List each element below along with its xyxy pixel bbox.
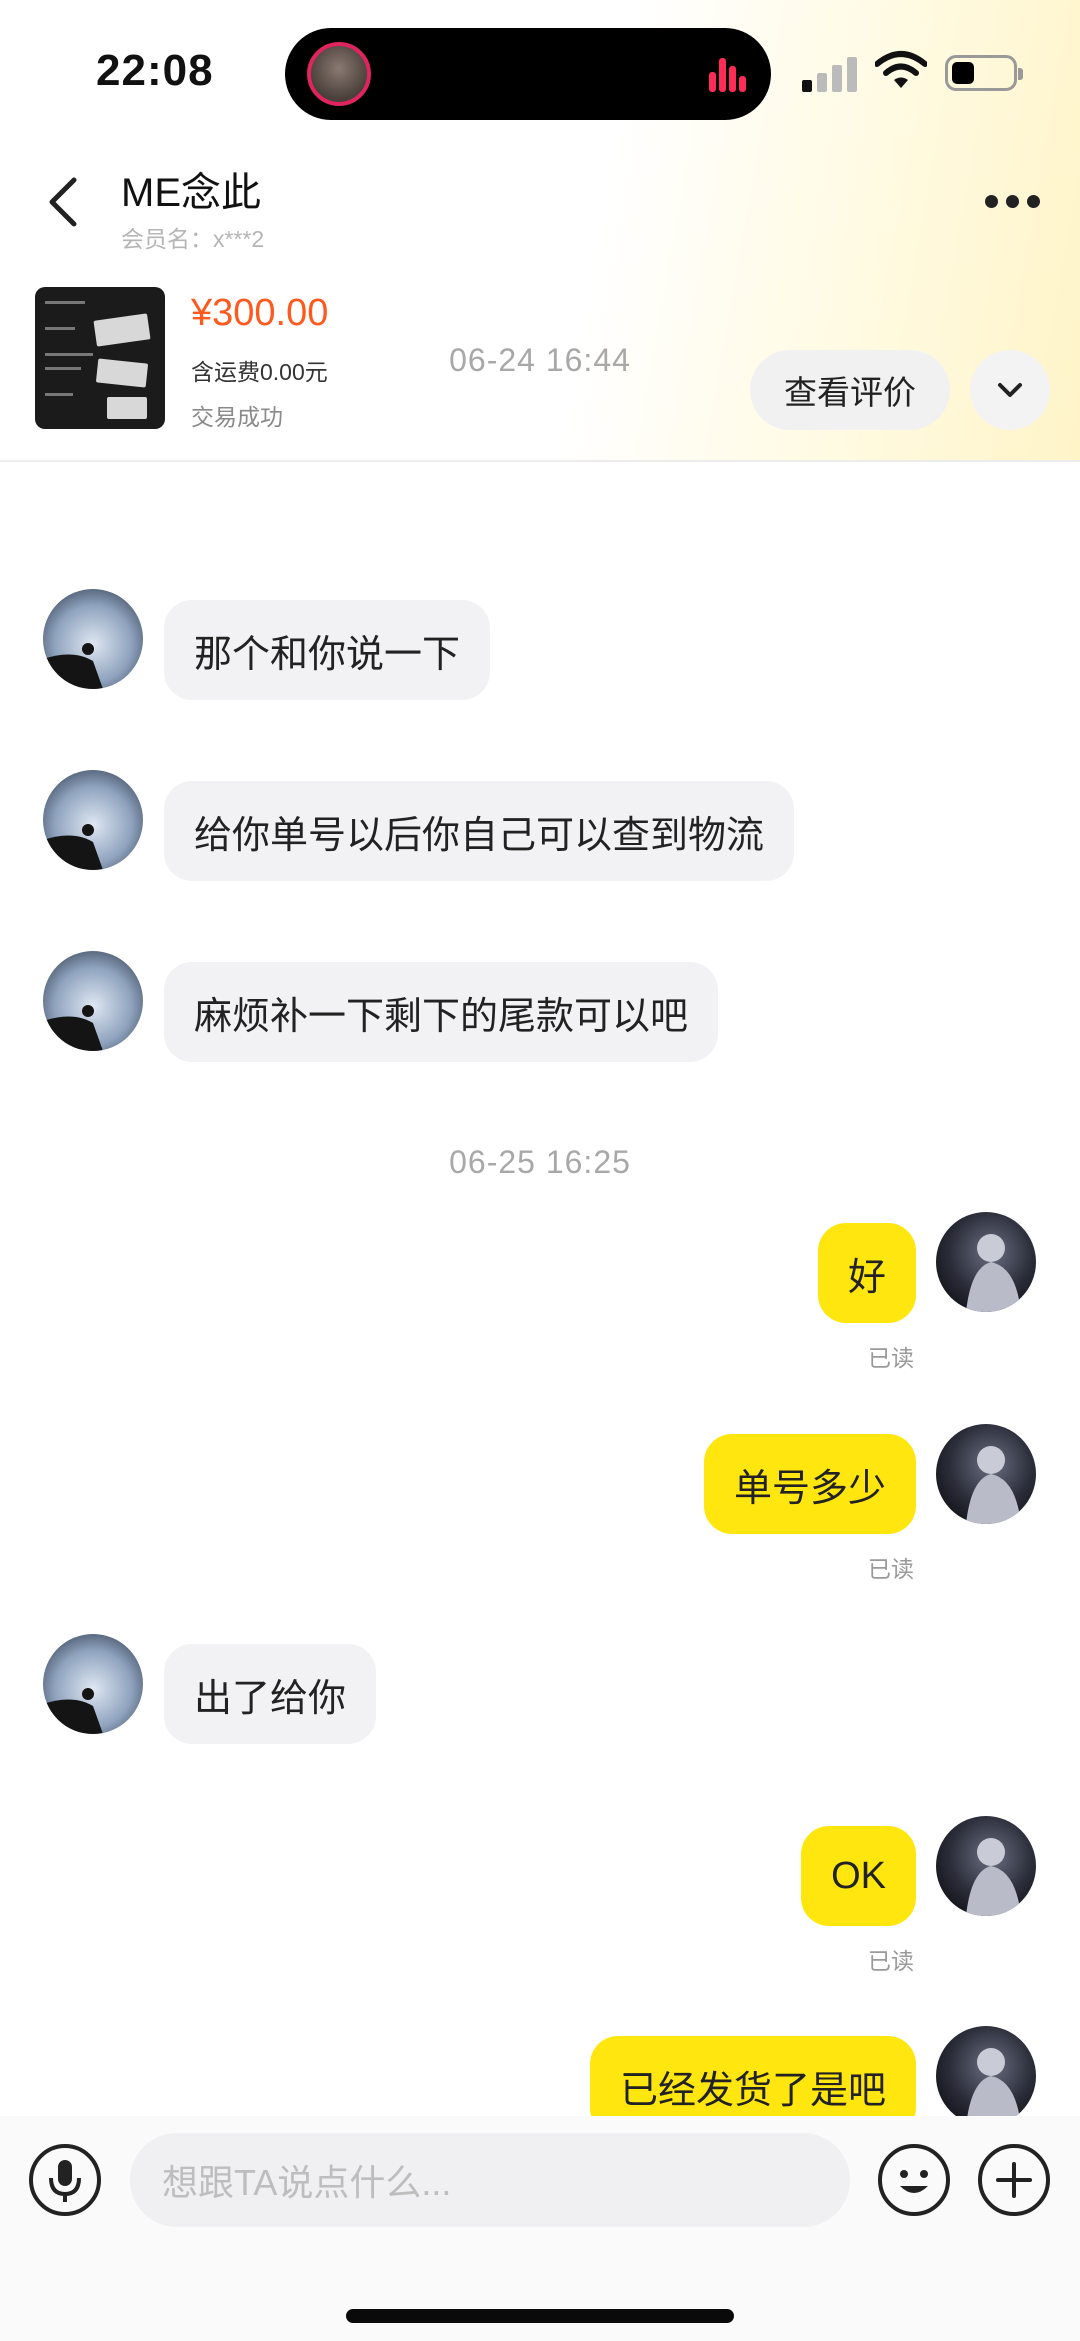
read-receipt: 已读 bbox=[868, 1556, 914, 1582]
message-bubble[interactable]: 出了给你 bbox=[164, 1644, 377, 1744]
read-receipt: 已读 bbox=[868, 1345, 914, 1371]
battery-icon bbox=[945, 55, 1023, 91]
status-time: 22:08 bbox=[96, 46, 214, 95]
message-bubble[interactable]: 好 bbox=[817, 1223, 916, 1323]
message-bubble[interactable]: 那个和你说一下 bbox=[164, 600, 491, 700]
message-input[interactable]: 想跟TA说点什么... bbox=[130, 2133, 850, 2227]
plus-icon[interactable] bbox=[976, 2142, 1052, 2218]
member-name: 会员名：x***2 bbox=[121, 226, 265, 252]
microphone-icon[interactable] bbox=[27, 2142, 103, 2218]
message-bubble[interactable]: 麻烦补一下剩下的尾款可以吧 bbox=[164, 962, 719, 1062]
timestamp: 06-24 16:44 bbox=[449, 342, 631, 378]
read-receipt: 已读 bbox=[868, 1948, 914, 1974]
dynamic-island[interactable] bbox=[285, 28, 771, 120]
signal-icon bbox=[802, 56, 860, 92]
more-icon[interactable] bbox=[985, 195, 1041, 211]
wifi-icon bbox=[875, 51, 927, 88]
message-bubble[interactable]: 给你单号以后你自己可以查到物流 bbox=[164, 781, 795, 881]
message-bubble[interactable]: 单号多少 bbox=[703, 1434, 916, 1534]
chevron-down-icon bbox=[998, 383, 1022, 397]
chat-title: ME念此 bbox=[121, 171, 261, 215]
product-price: ¥300.00 bbox=[191, 292, 329, 334]
avatar[interactable] bbox=[936, 2026, 1036, 2126]
avatar[interactable] bbox=[936, 1816, 1036, 1916]
now-playing-avatar bbox=[307, 42, 371, 106]
timestamp: 06-25 16:25 bbox=[449, 1144, 631, 1180]
avatar[interactable] bbox=[936, 1212, 1036, 1312]
avatar[interactable] bbox=[43, 770, 143, 870]
avatar[interactable] bbox=[43, 589, 143, 689]
audio-bars-icon bbox=[709, 58, 747, 92]
message-bubble[interactable]: OK bbox=[801, 1826, 916, 1926]
home-indicator[interactable] bbox=[346, 2309, 734, 2323]
avatar[interactable] bbox=[936, 1424, 1036, 1524]
avatar[interactable] bbox=[43, 951, 143, 1051]
emoji-icon[interactable] bbox=[876, 2142, 952, 2218]
avatar[interactable] bbox=[43, 1634, 143, 1734]
order-status: 交易成功 bbox=[191, 404, 283, 430]
back-icon[interactable] bbox=[38, 172, 88, 232]
